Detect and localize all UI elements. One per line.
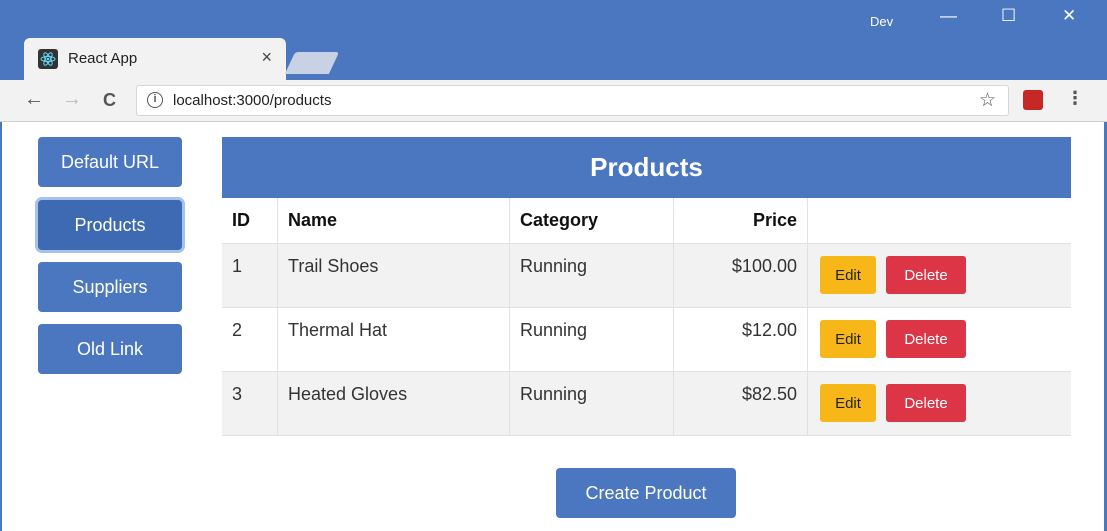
cell-price: $100.00: [674, 244, 808, 307]
close-window-icon[interactable]: ✕: [1062, 6, 1076, 26]
nav-old-link-button[interactable]: Old Link: [38, 324, 182, 374]
delete-button[interactable]: Delete: [886, 320, 966, 358]
header-price: Price: [674, 198, 808, 243]
cell-price: $12.00: [674, 308, 808, 371]
nav-products-button[interactable]: Products: [38, 200, 182, 250]
table-title: Products: [222, 137, 1071, 198]
cell-id: 1: [222, 244, 278, 307]
delete-button[interactable]: Delete: [886, 256, 966, 294]
browser-tab[interactable]: React App ×: [24, 38, 286, 80]
cell-actions: Edit Delete: [808, 244, 1071, 307]
products-table: Products ID Name Category Price 1 Trail …: [222, 137, 1071, 436]
tab-close-icon[interactable]: ×: [261, 47, 272, 68]
maximize-icon[interactable]: ☐: [1001, 6, 1016, 26]
bookmark-star-icon[interactable]: ☆: [979, 89, 996, 112]
tab-title: React App: [68, 50, 138, 67]
reload-icon[interactable]: C: [103, 90, 116, 111]
browser-toolbar: ← → C i localhost:3000/products ☆ ⋮: [0, 80, 1107, 122]
cell-actions: Edit Delete: [808, 372, 1071, 435]
cell-category: Running: [510, 372, 674, 435]
nav-suppliers-button[interactable]: Suppliers: [38, 262, 182, 312]
table-header-row: ID Name Category Price: [222, 198, 1071, 244]
cell-price: $82.50: [674, 372, 808, 435]
nav-default-url-button[interactable]: Default URL: [38, 137, 182, 187]
edit-button[interactable]: Edit: [820, 256, 876, 294]
back-icon[interactable]: ←: [24, 88, 44, 111]
table-row: 1 Trail Shoes Running $100.00 Edit Delet…: [222, 244, 1071, 308]
header-name: Name: [278, 198, 510, 243]
header-actions: [808, 198, 1071, 243]
header-category: Category: [510, 198, 674, 243]
cell-id: 2: [222, 308, 278, 371]
cell-category: Running: [510, 244, 674, 307]
cell-name: Heated Gloves: [278, 372, 510, 435]
url-text: localhost:3000/products: [173, 92, 332, 109]
header-id: ID: [222, 198, 278, 243]
edit-button[interactable]: Edit: [820, 320, 876, 358]
cell-name: Trail Shoes: [278, 244, 510, 307]
page-content: Default URL Products Suppliers Old Link …: [2, 122, 1104, 531]
create-product-button[interactable]: Create Product: [556, 468, 736, 518]
table-row: 3 Heated Gloves Running $82.50 Edit Dele…: [222, 372, 1071, 436]
edit-button[interactable]: Edit: [820, 384, 876, 422]
minimize-icon[interactable]: —: [940, 6, 957, 26]
cell-name: Thermal Hat: [278, 308, 510, 371]
forward-icon[interactable]: →: [62, 88, 82, 111]
cell-id: 3: [222, 372, 278, 435]
extension-icon[interactable]: [1023, 90, 1043, 110]
window-titlebar: React App × Dev — ☐ ✕: [0, 0, 1107, 80]
delete-button[interactable]: Delete: [886, 384, 966, 422]
browser-menu-icon[interactable]: ⋮: [1066, 88, 1084, 109]
table-row: 2 Thermal Hat Running $12.00 Edit Delete: [222, 308, 1071, 372]
cell-category: Running: [510, 308, 674, 371]
profile-label[interactable]: Dev: [870, 14, 893, 29]
cell-actions: Edit Delete: [808, 308, 1071, 371]
new-tab-button[interactable]: [284, 52, 340, 74]
info-icon[interactable]: i: [147, 92, 163, 108]
address-bar[interactable]: i localhost:3000/products ☆: [136, 85, 1009, 116]
react-logo-icon: [38, 49, 58, 69]
